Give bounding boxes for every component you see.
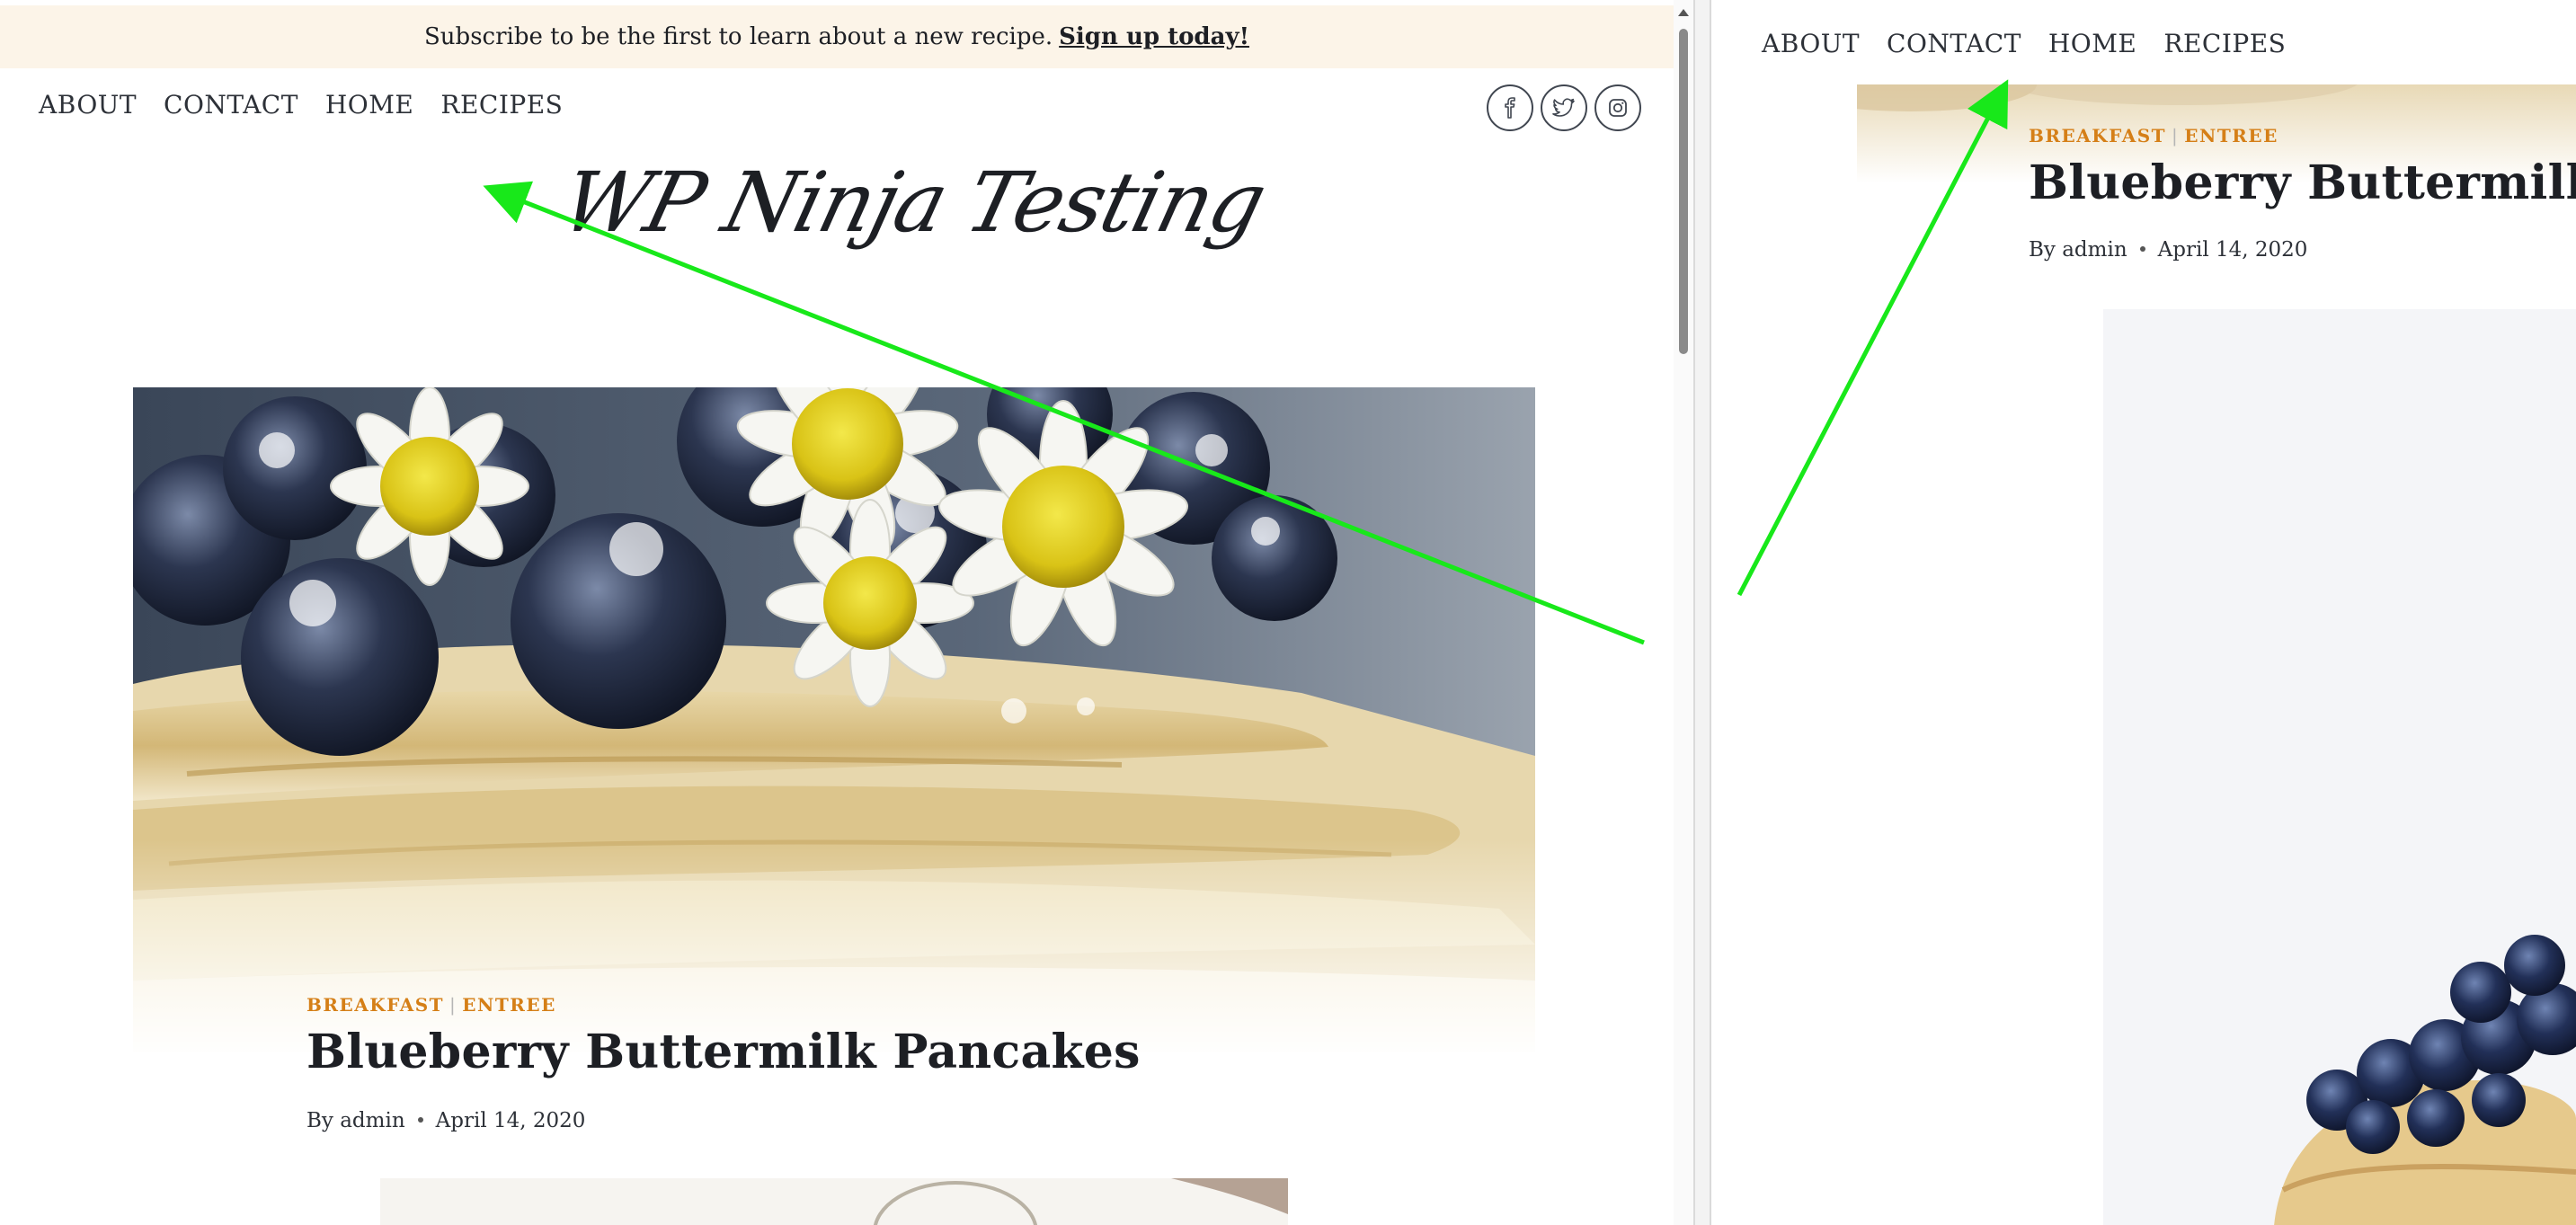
content-image-right bbox=[2103, 309, 2576, 1225]
post-meta-right: By admin April 14, 2020 bbox=[2029, 238, 2307, 262]
banner-text: Subscribe to be the first to learn about… bbox=[424, 23, 1053, 50]
category-separator: | bbox=[449, 994, 457, 1016]
post-categories: BREAKFAST | ENTREE bbox=[306, 994, 556, 1016]
left-pane: Subscribe to be the first to learn about… bbox=[0, 0, 1674, 1225]
social-links bbox=[1487, 84, 1641, 131]
nav-item-home[interactable]: HOME bbox=[325, 90, 413, 120]
category-separator-right: | bbox=[2172, 125, 2180, 146]
nav-item-about-right[interactable]: ABOUT bbox=[1762, 29, 1860, 58]
sign-up-link[interactable]: Sign up today! bbox=[1059, 23, 1249, 50]
meta-date: April 14, 2020 bbox=[435, 1109, 586, 1132]
meta-author[interactable]: admin bbox=[340, 1109, 404, 1132]
post-title[interactable]: Blueberry Buttermilk Pancakes bbox=[306, 1025, 1141, 1079]
post-categories-right: BREAKFAST | ENTREE bbox=[2029, 125, 2278, 146]
category-entree[interactable]: ENTREE bbox=[462, 994, 556, 1016]
primary-nav-right: ABOUT CONTACT HOME RECIPES bbox=[1762, 29, 2286, 58]
nav-item-recipes[interactable]: RECIPES bbox=[440, 90, 563, 120]
meta-date-right: April 14, 2020 bbox=[2157, 238, 2308, 262]
featured-image bbox=[133, 387, 1535, 1052]
facebook-icon[interactable] bbox=[1487, 84, 1533, 131]
left-scrollbar[interactable] bbox=[1674, 0, 1693, 1225]
meta-by: By bbox=[306, 1109, 333, 1132]
browser-split-view: Subscribe to be the first to learn about… bbox=[0, 0, 2576, 1225]
nav-item-about[interactable]: ABOUT bbox=[39, 90, 137, 120]
meta-author-right[interactable]: admin bbox=[2062, 238, 2127, 262]
category-breakfast[interactable]: BREAKFAST bbox=[306, 994, 444, 1016]
post-meta: By admin April 14, 2020 bbox=[306, 1109, 585, 1132]
nav-item-home-right[interactable]: HOME bbox=[2048, 29, 2136, 58]
meta-dot bbox=[417, 1116, 423, 1123]
nav-item-contact[interactable]: CONTACT bbox=[164, 90, 298, 120]
nav-item-contact-right[interactable]: CONTACT bbox=[1887, 29, 2021, 58]
pane-divider[interactable] bbox=[1693, 0, 1711, 1225]
content-image bbox=[380, 1178, 1288, 1225]
nav-item-recipes-right[interactable]: RECIPES bbox=[2163, 29, 2286, 58]
instagram-icon[interactable] bbox=[1594, 84, 1641, 131]
category-entree-right[interactable]: ENTREE bbox=[2184, 125, 2278, 146]
category-breakfast-right[interactable]: BREAKFAST bbox=[2029, 125, 2166, 146]
post-title-right[interactable]: Blueberry Buttermilk Panc bbox=[2029, 155, 2576, 210]
scroll-thumb[interactable] bbox=[1679, 29, 1688, 354]
meta-by-right: By bbox=[2029, 238, 2056, 262]
subscribe-banner: Subscribe to be the first to learn about… bbox=[0, 5, 1674, 68]
twitter-icon[interactable] bbox=[1541, 84, 1587, 131]
right-pane: ABOUT CONTACT HOME RECIPES BREAKFAST | ENT… bbox=[1711, 0, 2576, 1225]
scroll-up-icon[interactable] bbox=[1678, 9, 1689, 16]
site-title[interactable]: WP Ninja Testing bbox=[553, 155, 1275, 251]
meta-dot-right bbox=[2139, 245, 2145, 252]
primary-nav: ABOUT CONTACT HOME RECIPES bbox=[39, 90, 563, 120]
